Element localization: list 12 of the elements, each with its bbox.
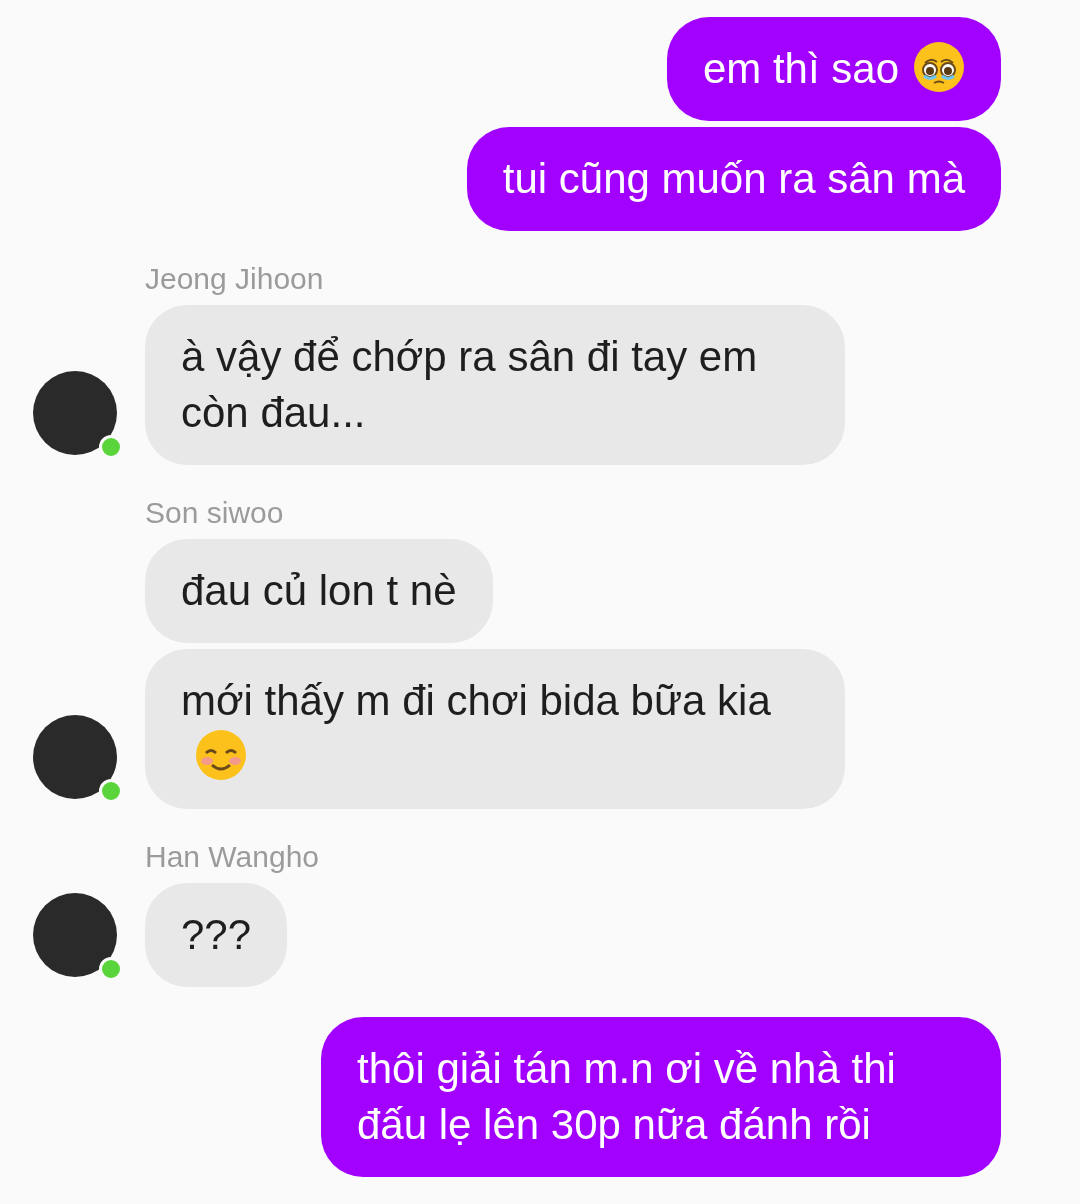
- received-message-bubble: ???: [145, 883, 288, 987]
- received-message-bubble: à vậy để chớp ra sân đi tay em còn đau...: [145, 305, 845, 465]
- received-message-bubble: đau củ lon t nè: [145, 539, 493, 643]
- smiling-face-emoji-icon: [195, 729, 247, 781]
- sent-message-bubble: em thì sao: [666, 17, 1001, 121]
- sender-name: Son siwoo: [145, 495, 284, 531]
- sent-message-bubble: tui cũng muốn ra sân mà: [466, 127, 1001, 231]
- teary-face-emoji-icon: [913, 41, 965, 93]
- received-message-bubble: mới thấy m đi chơi bida bữa kia: [145, 649, 845, 809]
- sent-message-bubble: thôi giải tán m.n ơi về nhà thi đấu lẹ lên 30p nữa đánh rồi: [321, 1017, 1001, 1177]
- sender-name: Jeong Jihoon: [145, 261, 324, 297]
- sender-name: Han Wangho: [145, 839, 319, 875]
